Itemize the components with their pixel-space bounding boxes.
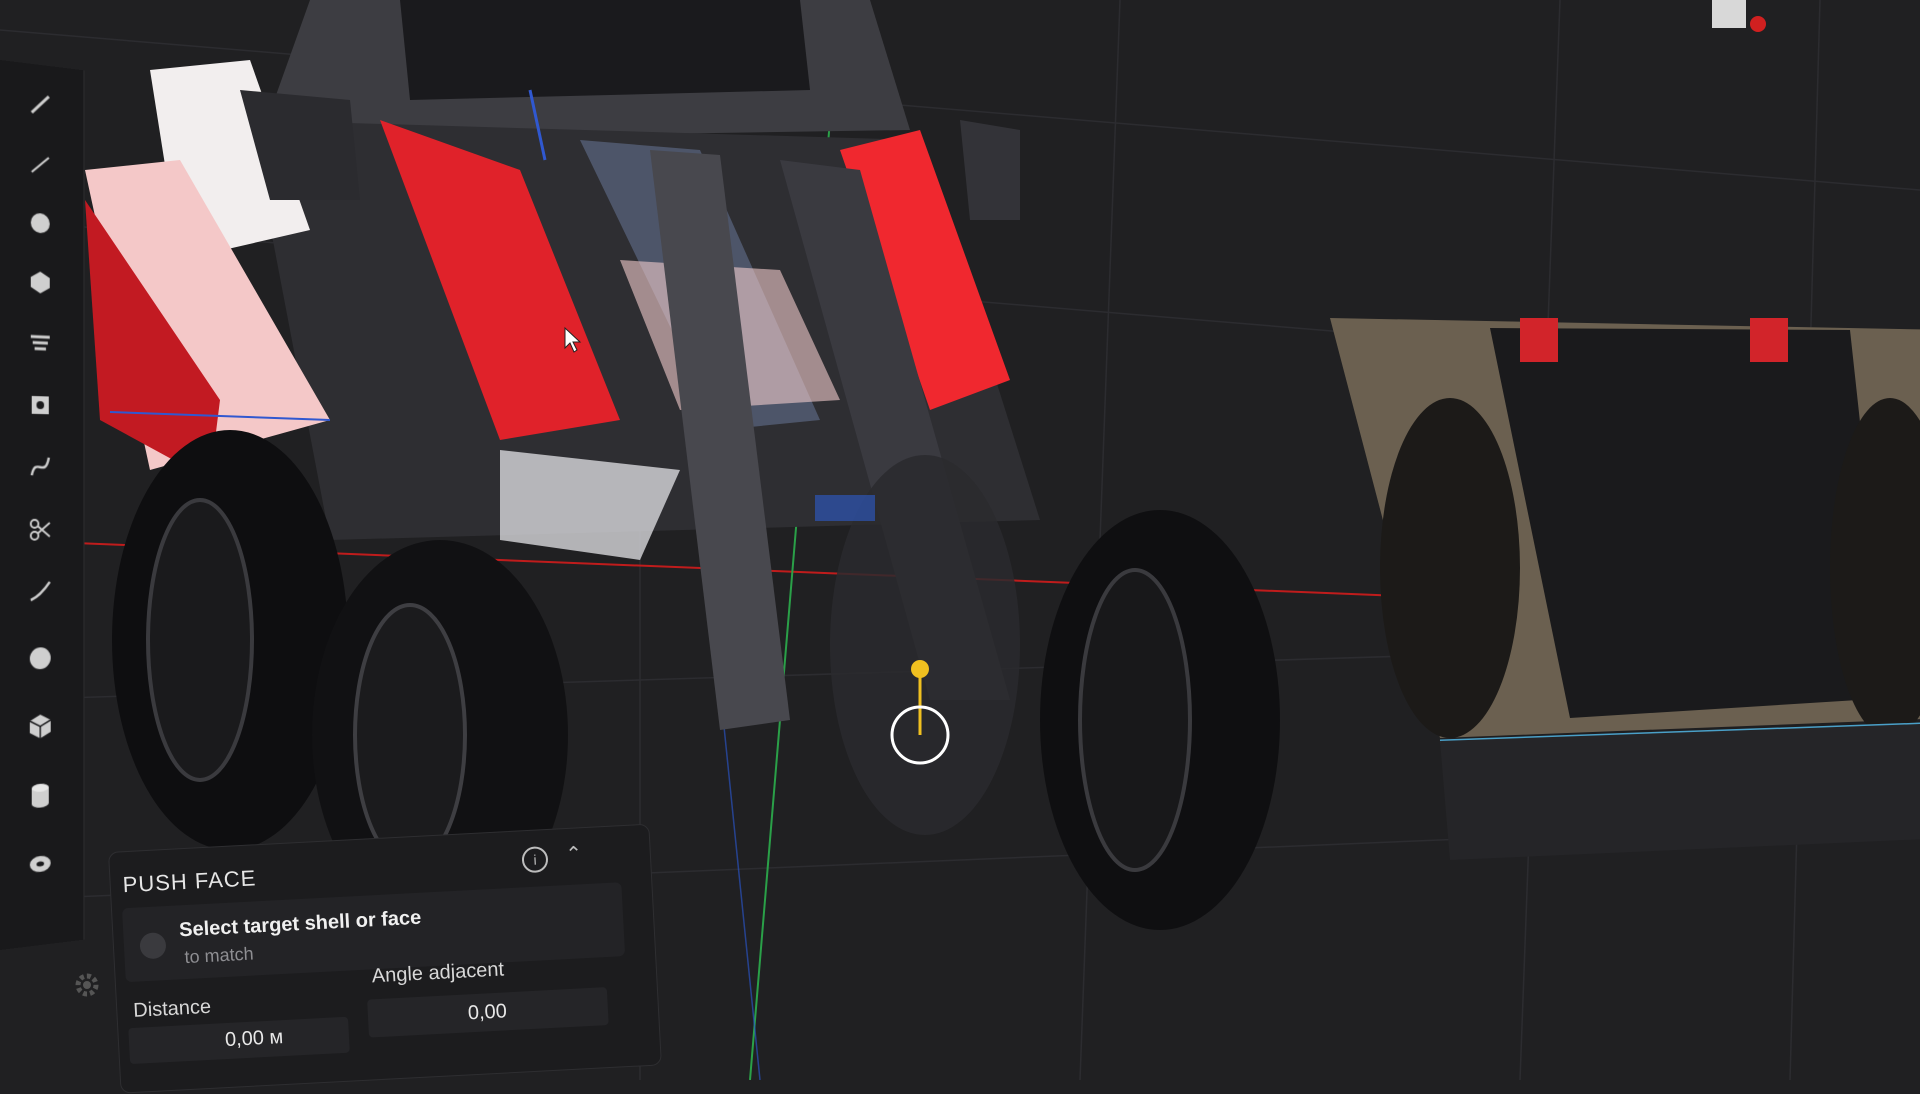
push-face-panel: PUSH FACE i ⌃ Select target shell or fac… (108, 823, 662, 1094)
sphere-icon[interactable] (21, 638, 59, 679)
curve-icon[interactable] (21, 446, 59, 486)
spline-icon[interactable] (21, 571, 59, 611)
tractor-model (85, 0, 1280, 930)
target-sublabel: to match (184, 943, 255, 968)
reference-image (1330, 318, 1920, 860)
gear-icon[interactable] (70, 968, 104, 1002)
navigation-cube-icon (1712, 0, 1766, 32)
chevron-up-icon[interactable]: ⌃ (561, 842, 586, 867)
torus-icon[interactable] (21, 842, 59, 885)
scissors-icon[interactable] (21, 510, 59, 550)
distance-input[interactable]: 0,00 м (128, 1016, 350, 1065)
wheel-right (1040, 510, 1280, 930)
circle-icon[interactable] (21, 202, 59, 245)
hexagon-icon[interactable] (21, 261, 59, 303)
info-icon[interactable]: i (521, 846, 549, 874)
target-radio[interactable] (139, 932, 167, 960)
pencil-icon[interactable] (21, 82, 59, 126)
panel-title: PUSH FACE (122, 865, 257, 898)
cube-icon[interactable] (21, 705, 59, 747)
square-icon[interactable] (21, 385, 59, 426)
cylinder-icon[interactable] (21, 774, 59, 817)
mouse-cursor-icon (564, 326, 582, 353)
angle-value: 0,00 (467, 1000, 508, 1025)
wheel-rear-left (112, 430, 348, 850)
distance-label: Distance (132, 995, 212, 1022)
distance-value: 0,00 м (224, 1026, 284, 1052)
layers-icon[interactable] (21, 323, 59, 364)
angle-input[interactable]: 0,00 (367, 987, 609, 1038)
line-icon[interactable] (21, 142, 59, 185)
push-gizmo-handle[interactable] (880, 655, 960, 765)
tool-sidebar (0, 60, 85, 950)
target-label: Select target shell or face (178, 906, 422, 942)
